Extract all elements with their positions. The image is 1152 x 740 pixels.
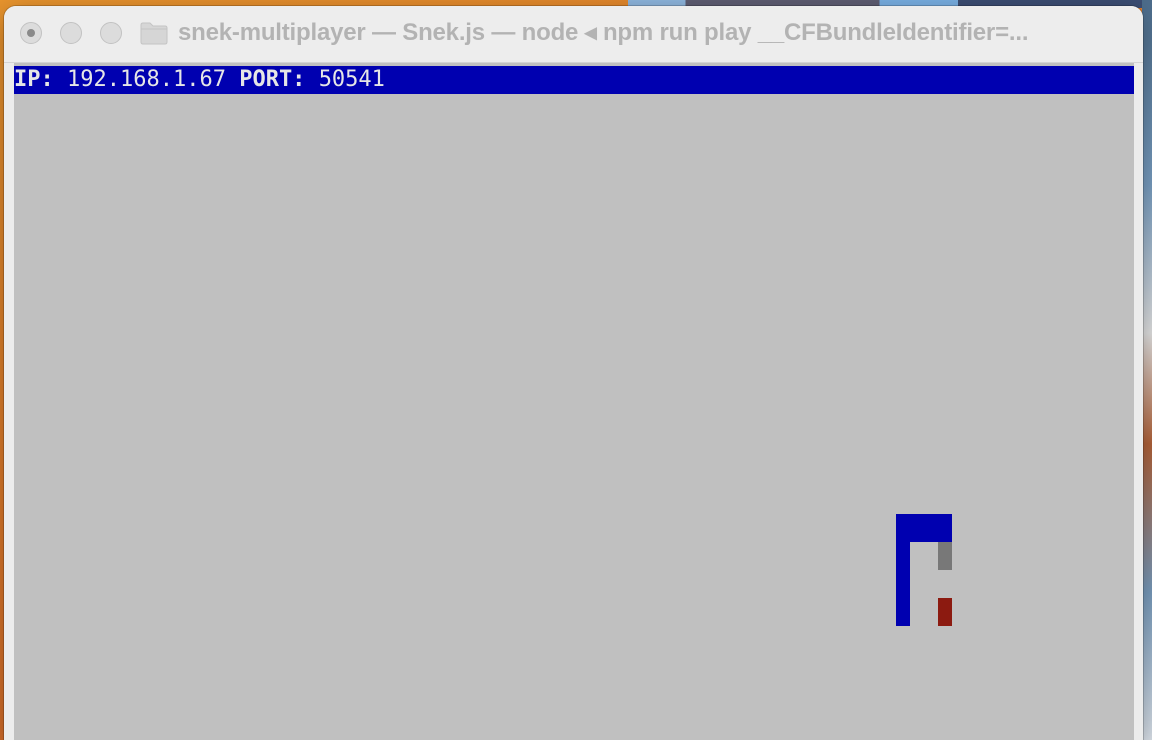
ip-label: IP: — [14, 67, 54, 92]
minimize-button[interactable] — [60, 22, 82, 44]
close-dot-icon — [27, 29, 35, 37]
port-label: PORT: — [239, 67, 306, 92]
terminal-window: snek-multiplayer — Snek.js — node ◂ npm … — [4, 6, 1143, 740]
zoom-button[interactable] — [100, 22, 122, 44]
ip-value: 192.168.1.67 — [67, 67, 226, 92]
title-bar[interactable]: snek-multiplayer — Snek.js — node ◂ npm … — [4, 6, 1143, 63]
desktop-background-edge — [1142, 0, 1152, 740]
snake-segment — [896, 514, 952, 542]
food-pellet — [938, 598, 952, 626]
window-title: snek-multiplayer — Snek.js — node ◂ npm … — [178, 19, 1029, 46]
other-snake-segment — [938, 542, 952, 570]
game-board[interactable]: IP: 192.168.1.67 PORT: 50541 — [14, 63, 1134, 740]
snake-segment — [896, 542, 910, 626]
port-value: 50541 — [318, 67, 385, 92]
close-button[interactable] — [20, 22, 42, 44]
folder-icon — [140, 22, 168, 45]
connection-status-bar: IP: 192.168.1.67 PORT: 50541 — [14, 66, 1134, 94]
